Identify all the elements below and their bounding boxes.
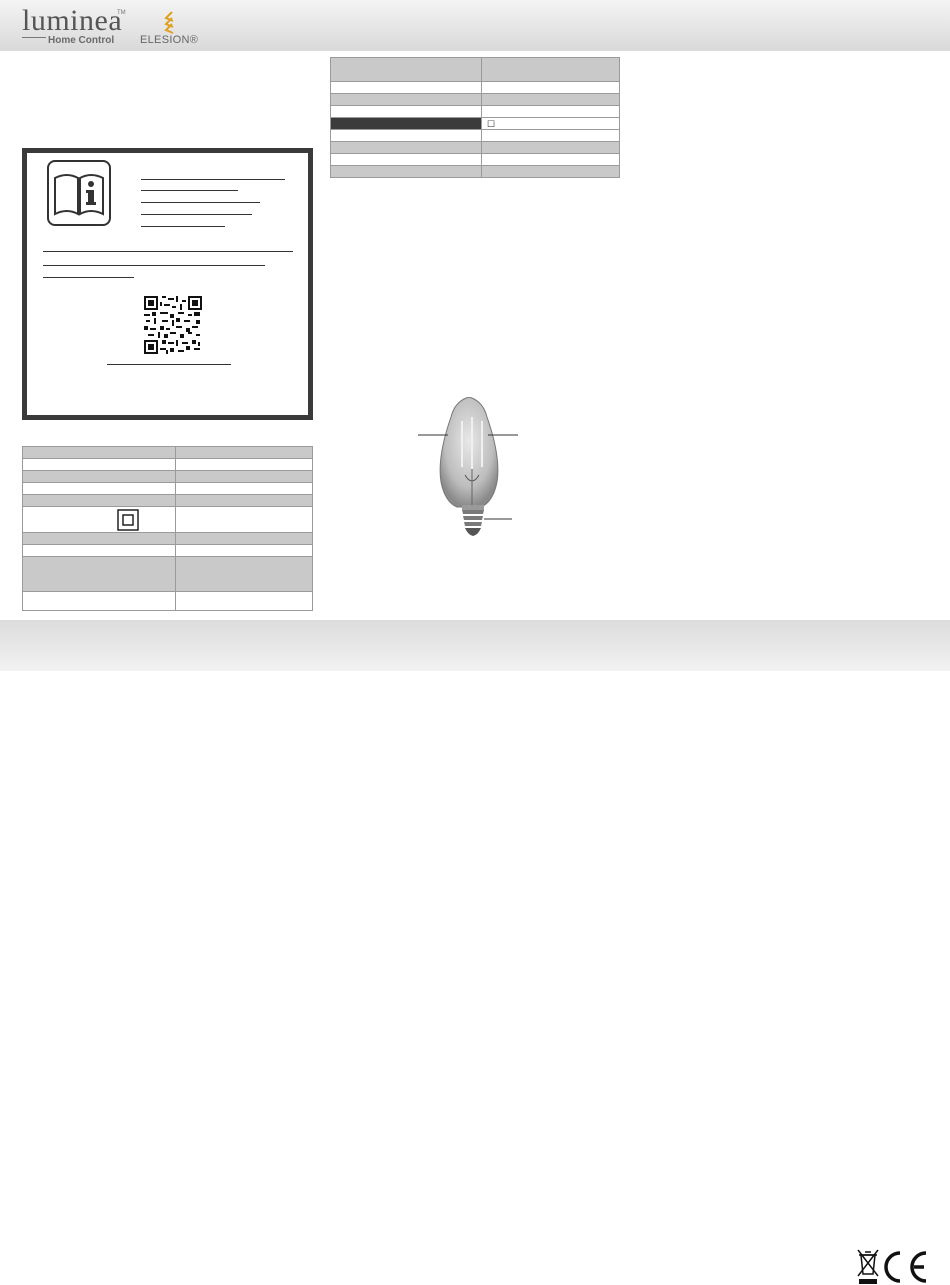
manual-info-icon — [47, 160, 111, 226]
table-row — [330, 57, 620, 82]
protection-class-icon — [117, 509, 139, 531]
table-row — [330, 141, 620, 154]
text-line — [141, 190, 238, 191]
text-line — [141, 202, 260, 203]
ce-mark — [884, 1251, 927, 1283]
qr-code[interactable] — [143, 296, 203, 354]
text-line — [141, 214, 252, 215]
table-row — [330, 105, 620, 118]
manual-notice-inner — [27, 153, 308, 415]
table-row — [22, 458, 313, 471]
table-row — [330, 93, 620, 106]
manual-notice-box — [22, 148, 313, 420]
table-row — [330, 153, 620, 166]
table-row — [22, 446, 313, 459]
table-row — [330, 129, 620, 142]
table-row — [22, 544, 313, 557]
weee-bin-icon — [857, 1249, 879, 1277]
table-row — [22, 494, 313, 507]
table-row — [22, 482, 313, 495]
text-line — [141, 226, 225, 227]
table-row: ☐ — [330, 117, 620, 130]
text-line — [43, 265, 265, 266]
symbol-cell: ☐ — [481, 117, 620, 130]
table-row — [330, 81, 620, 94]
qr-caption-line — [107, 364, 231, 365]
text-line — [43, 251, 293, 252]
table-row — [22, 591, 313, 611]
table-row — [22, 532, 313, 545]
open-book-icon — [54, 174, 104, 216]
text-line — [141, 179, 285, 180]
text-line — [43, 277, 134, 278]
elesion-mark-icon — [164, 11, 174, 34]
table-row — [22, 556, 313, 592]
spec-table-left — [22, 446, 313, 611]
table-row — [22, 506, 313, 533]
page-footer — [0, 620, 950, 1284]
elesion-wordmark: ELESION® — [140, 34, 199, 46]
luminea-logo: luminea TM Home Control — [22, 4, 126, 48]
logo-rule — [22, 37, 46, 38]
elesion-logo: ELESION® — [140, 10, 220, 50]
logo-trademark: TM — [117, 10, 126, 16]
logo-subtitle: Home Control — [48, 35, 115, 46]
page-header: luminea TM Home Control ELESION® — [0, 0, 950, 51]
spec-table-right: ☐ — [330, 57, 620, 178]
filament-bulb-illustration — [418, 397, 518, 536]
table-row — [22, 470, 313, 483]
weee-bar — [859, 1279, 877, 1284]
compliance-marks — [857, 1249, 927, 1284]
table-row — [330, 165, 620, 178]
logo-wordmark: luminea — [22, 4, 123, 37]
